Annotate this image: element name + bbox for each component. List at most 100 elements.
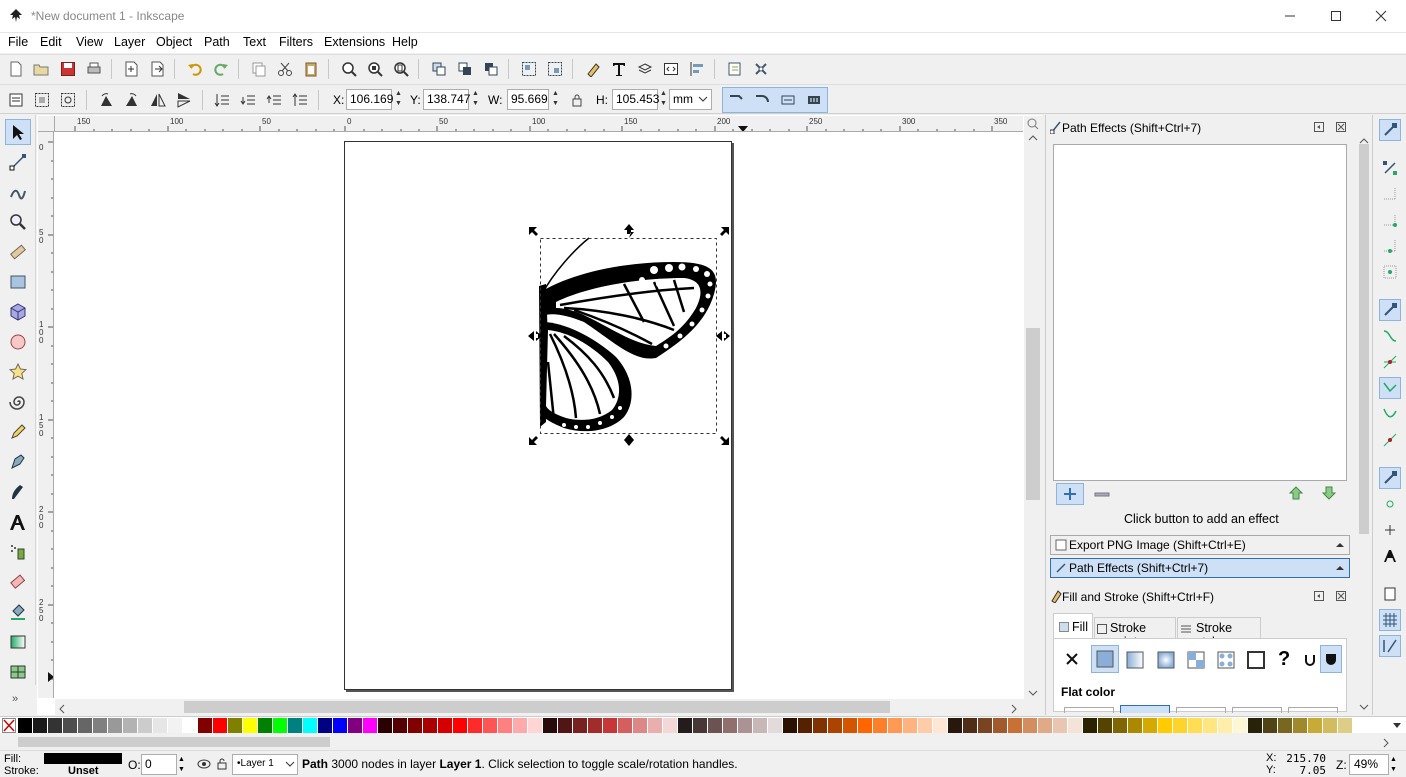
move-patterns-icon[interactable]: [803, 89, 825, 111]
color-swatch[interactable]: [768, 718, 782, 733]
color-swatch[interactable]: [408, 718, 422, 733]
export-icon[interactable]: [146, 58, 168, 80]
color-swatch[interactable]: [483, 718, 497, 733]
measure-tool-icon[interactable]: [5, 239, 31, 265]
deselect-icon[interactable]: [57, 89, 79, 111]
scale-radii-icon[interactable]: [751, 89, 773, 111]
color-swatch[interactable]: [903, 718, 917, 733]
snap-object-centers-icon[interactable]: [1379, 493, 1401, 515]
color-swatch[interactable]: [348, 718, 362, 733]
color-swatch[interactable]: [1128, 718, 1142, 733]
scroll-thumb[interactable]: [18, 737, 330, 747]
snap-paths-icon[interactable]: [1379, 325, 1401, 347]
star-tool-icon[interactable]: [5, 359, 31, 385]
flip-vertical-icon[interactable]: [173, 89, 195, 111]
menu-path[interactable]: Path: [204, 35, 230, 49]
layers-icon[interactable]: [634, 58, 656, 80]
iconify-icon[interactable]: [1314, 121, 1324, 135]
zoom-drawing-icon[interactable]: [364, 58, 386, 80]
iconify-icon[interactable]: [1314, 590, 1324, 604]
spray-tool-icon[interactable]: [5, 539, 31, 565]
snap-page-border-icon[interactable]: [1379, 583, 1401, 605]
move-down-button[interactable]: [1321, 486, 1337, 503]
remove-effect-button[interactable]: [1094, 489, 1110, 503]
color-swatch[interactable]: [1008, 718, 1022, 733]
color-swatch[interactable]: [1113, 718, 1127, 733]
color-swatch[interactable]: [708, 718, 722, 733]
flat-color-icon[interactable]: [1091, 645, 1119, 673]
redo-icon[interactable]: [210, 58, 232, 80]
menu-object[interactable]: Object: [156, 35, 192, 49]
unit-select[interactable]: mm: [669, 89, 712, 110]
effects-list[interactable]: [1053, 144, 1347, 481]
raise-to-top-icon[interactable]: [289, 89, 311, 111]
scale-stroke-icon[interactable]: [725, 89, 747, 111]
snap-bbox-midpoint-icon[interactable]: [1379, 235, 1401, 257]
add-effect-button[interactable]: [1056, 483, 1084, 505]
color-swatch[interactable]: [303, 718, 317, 733]
mesh-tool-icon[interactable]: [5, 659, 31, 685]
snap-enable-icon[interactable]: [1379, 119, 1401, 141]
color-swatch[interactable]: [798, 718, 812, 733]
color-swatch[interactable]: [873, 718, 887, 733]
color-tab-cmyk[interactable]: [1176, 707, 1226, 713]
color-swatch[interactable]: [918, 718, 932, 733]
color-swatch[interactable]: [198, 718, 212, 733]
layer-select[interactable]: •Layer 1: [232, 754, 298, 775]
pen-tool-icon[interactable]: [5, 449, 31, 475]
no-color-swatch-icon[interactable]: [2, 718, 16, 733]
menu-text[interactable]: Text: [243, 35, 266, 49]
color-swatch[interactable]: [1203, 718, 1217, 733]
butterfly-path[interactable]: [524, 222, 734, 450]
no-paint-icon[interactable]: [1064, 651, 1080, 670]
color-swatch[interactable]: [288, 718, 302, 733]
save-icon[interactable]: [57, 58, 79, 80]
color-swatch[interactable]: [618, 718, 632, 733]
color-swatch[interactable]: [1338, 718, 1352, 733]
fill-rule-nonzero-icon[interactable]: [1320, 645, 1342, 673]
color-swatch[interactable]: [843, 718, 857, 733]
lock-icon[interactable]: [566, 89, 588, 111]
color-swatch[interactable]: [48, 718, 62, 733]
color-swatch[interactable]: [363, 718, 377, 733]
snap-grid-icon[interactable]: [1379, 609, 1401, 631]
color-swatch[interactable]: [828, 718, 842, 733]
lower-to-bottom-icon[interactable]: [211, 89, 233, 111]
color-swatch[interactable]: [963, 718, 977, 733]
tab-stroke-style[interactable]: Stroke style: [1177, 617, 1261, 649]
scroll-right-icon[interactable]: [1382, 737, 1390, 751]
ellipse-tool-icon[interactable]: [5, 329, 31, 355]
scroll-up-icon[interactable]: [1028, 134, 1038, 144]
layer-visibility-icon[interactable]: [197, 758, 211, 773]
color-swatch[interactable]: [1263, 718, 1277, 733]
color-tab-wheel[interactable]: [1232, 707, 1282, 713]
color-swatch[interactable]: [183, 718, 197, 733]
color-swatch[interactable]: [423, 718, 437, 733]
tab-stroke-paint[interactable]: Stroke paint: [1094, 617, 1176, 649]
color-swatch[interactable]: [1053, 718, 1067, 733]
color-swatch[interactable]: [948, 718, 962, 733]
canvas-horizontal-scrollbar[interactable]: [55, 699, 1042, 715]
color-swatch[interactable]: [1278, 718, 1292, 733]
color-swatch[interactable]: [258, 718, 272, 733]
color-swatch[interactable]: [558, 718, 572, 733]
menu-edit[interactable]: Edit: [40, 35, 62, 49]
fill-stroke-icon[interactable]: [582, 58, 604, 80]
color-swatch[interactable]: [393, 718, 407, 733]
snap-bbox-icon[interactable]: [1379, 157, 1401, 179]
color-swatch[interactable]: [378, 718, 392, 733]
text-tool-icon[interactable]: [5, 509, 31, 535]
color-swatch[interactable]: [318, 718, 332, 733]
color-swatch[interactable]: [978, 718, 992, 733]
color-swatch[interactable]: [93, 718, 107, 733]
color-swatch[interactable]: [993, 718, 1007, 733]
zoom-tool-icon[interactable]: [5, 209, 31, 235]
move-up-button[interactable]: [1288, 486, 1304, 503]
color-swatch[interactable]: [1188, 718, 1202, 733]
linear-gradient-icon[interactable]: [1126, 651, 1144, 672]
snap-bbox-edge-icon[interactable]: [1379, 183, 1401, 205]
color-swatch[interactable]: [813, 718, 827, 733]
color-swatch[interactable]: [153, 718, 167, 733]
color-tab-cms[interactable]: [1288, 707, 1338, 713]
color-swatch[interactable]: [468, 718, 482, 733]
